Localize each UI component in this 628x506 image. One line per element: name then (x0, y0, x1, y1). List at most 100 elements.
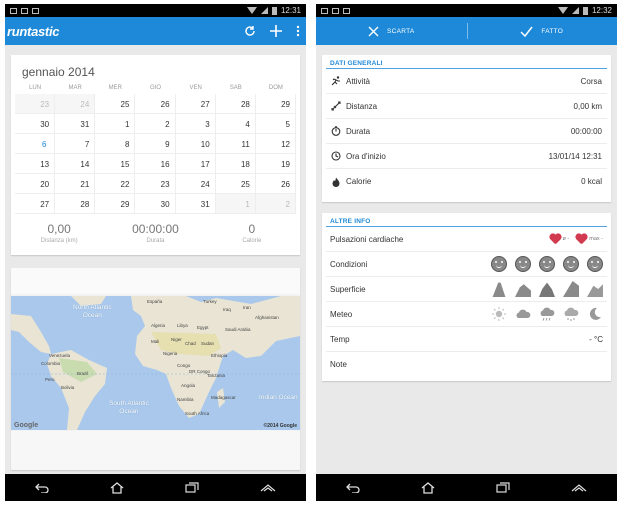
calendar-day[interactable]: 3 (175, 114, 216, 134)
calendar-day[interactable]: 5 (255, 114, 296, 134)
surface-beach-icon[interactable] (587, 284, 603, 297)
calendar-day[interactable]: 25 (95, 94, 136, 114)
calendar-day[interactable]: 22 (95, 174, 136, 194)
recent-apps-icon[interactable] (185, 482, 199, 493)
calendar-day[interactable]: 18 (215, 154, 256, 174)
surface-road-icon[interactable] (492, 282, 506, 297)
calendar-day[interactable]: 8 (95, 134, 136, 154)
calendar-day[interactable]: 11 (215, 134, 256, 154)
map-label: Iran (243, 305, 251, 310)
heart-rate-row[interactable]: Pulsazioni cardiache ø - max - (326, 227, 607, 252)
map-label: Niger (171, 337, 182, 342)
weather-rainy-icon[interactable] (539, 306, 555, 322)
sync-icon[interactable] (244, 25, 256, 37)
map-label: Turkey (203, 299, 217, 304)
calendar-day[interactable]: 31 (55, 114, 96, 134)
feeling-so-so-icon[interactable] (539, 256, 555, 272)
calendar-day[interactable]: 19 (255, 154, 296, 174)
stopwatch-icon (330, 126, 341, 137)
notification-icon (10, 7, 17, 14)
calendar-day[interactable]: 1 (95, 114, 136, 134)
row-value: 13/01/14 12:31 (548, 151, 602, 161)
calendar-day[interactable]: 15 (95, 154, 136, 174)
calendar-day[interactable]: 20 (15, 174, 56, 194)
weather-sunny-icon[interactable] (491, 306, 507, 322)
app-logo: runtastic (7, 23, 60, 39)
map-label: Saudi Arabia (225, 327, 251, 332)
calendar-day[interactable]: 27 (175, 94, 216, 114)
activity-type-row[interactable]: Attività Corsa (326, 69, 607, 94)
feeling-good-icon[interactable] (515, 256, 531, 272)
surface-trail-icon[interactable] (515, 284, 531, 297)
distance-row[interactable]: Distanza 0,00 km (326, 94, 607, 119)
add-icon[interactable] (270, 25, 282, 37)
calendar-day[interactable]: 17 (175, 154, 216, 174)
surface-offroad-icon[interactable] (539, 282, 555, 297)
calendar-day[interactable]: 31 (175, 194, 216, 214)
calendar-day[interactable]: 14 (55, 154, 96, 174)
calendar-day[interactable]: 16 (135, 154, 176, 174)
status-bar: 12:31 (5, 4, 306, 17)
calendar-day[interactable]: 2 (255, 194, 296, 214)
calendar-day[interactable]: 29 (255, 94, 296, 114)
calories-row[interactable]: Calorie 0 kcal (326, 169, 607, 194)
calendar-day[interactable]: 7 (55, 134, 96, 154)
calendar-day[interactable]: 30 (135, 194, 176, 214)
weekday-label: LUN (29, 85, 42, 91)
calendar-day[interactable]: 27 (15, 194, 56, 214)
row-label: Condizioni (330, 259, 368, 269)
world-map[interactable]: North Atlantic Ocean South Atlantic Ocean … (11, 296, 300, 430)
back-icon[interactable] (35, 483, 49, 493)
calendar-day[interactable]: 21 (55, 174, 96, 194)
calendar-day[interactable]: 29 (95, 194, 136, 214)
weather-night-icon[interactable] (587, 306, 603, 322)
map-label: Brazil (77, 371, 89, 376)
duration-row[interactable]: Durata 00:00:00 (326, 119, 607, 144)
calendar-day[interactable]: 24 (175, 174, 216, 194)
recent-apps-icon[interactable] (496, 482, 510, 493)
surface-mountain-icon[interactable] (563, 281, 579, 297)
calendar-day[interactable]: 13 (15, 154, 56, 174)
start-time-row[interactable]: Ora d'inizio 13/01/14 12:31 (326, 144, 607, 169)
calendar-day[interactable]: 23 (135, 174, 176, 194)
calendar-day[interactable]: 25 (215, 174, 256, 194)
menu-chevron-icon[interactable] (571, 483, 587, 492)
calendar-day[interactable]: 1 (215, 194, 256, 214)
calendar-day[interactable]: 12 (255, 134, 296, 154)
calendar-day[interactable]: 2 (135, 114, 176, 134)
calendar-day[interactable]: 28 (55, 194, 96, 214)
calendar-day[interactable]: 6 (15, 134, 56, 154)
calendar-day[interactable]: 26 (135, 94, 176, 114)
weather-cloudy-icon[interactable] (515, 306, 531, 322)
calendar-day[interactable]: 24 (55, 94, 96, 114)
map-label: North Atlantic Ocean (73, 304, 112, 319)
calendar-day[interactable]: 10 (175, 134, 216, 154)
calendar-grid: 23 24 25 26 27 28 29 30 31 1 2 3 4 5 6 7 8 9 10 11 12 13 14 15 1… (11, 94, 300, 214)
done-label: FATTO (541, 27, 564, 35)
feeling-injured-icon[interactable] (587, 256, 603, 272)
feeling-awesome-icon[interactable] (491, 256, 507, 272)
discard-button[interactable]: SCARTA (316, 26, 467, 37)
weekday-label: SAB (229, 85, 242, 91)
home-icon[interactable] (110, 481, 124, 494)
overflow-menu-icon[interactable] (296, 25, 300, 37)
map-label: Algeria (151, 323, 166, 328)
home-icon[interactable] (421, 481, 435, 494)
weather-snowy-icon[interactable] (563, 306, 579, 322)
calendar-day[interactable]: 9 (135, 134, 176, 154)
menu-chevron-icon[interactable] (260, 483, 276, 492)
feeling-sluggish-icon[interactable] (563, 256, 579, 272)
calendar-day[interactable]: 4 (215, 114, 256, 134)
calendar-day[interactable]: 30 (15, 114, 56, 134)
signal-icon (571, 7, 579, 14)
back-icon[interactable] (346, 483, 360, 493)
done-button[interactable]: FATTO (467, 26, 618, 37)
notes-row[interactable]: Note (326, 352, 607, 377)
temperature-row[interactable]: Temp - °C (326, 327, 607, 352)
calendar-day[interactable]: 28 (215, 94, 256, 114)
calendar-day[interactable]: 26 (255, 174, 296, 194)
map-label: Chad (185, 341, 196, 346)
section-title: DATI GENERALI (326, 55, 607, 69)
calendar-day[interactable]: 23 (15, 94, 56, 114)
row-label: Temp (330, 334, 350, 344)
